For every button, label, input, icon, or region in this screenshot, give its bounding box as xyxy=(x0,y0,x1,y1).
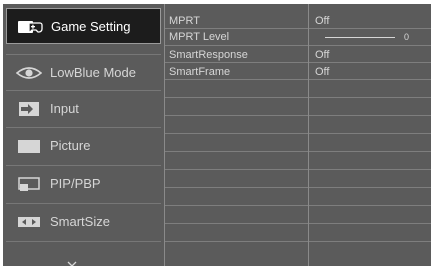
option-row-line xyxy=(165,169,308,170)
option-row-line xyxy=(165,28,308,29)
menu-item-picture[interactable]: Picture xyxy=(6,128,161,164)
menu-item-pip-pbp[interactable]: PIP/PBP xyxy=(6,166,161,202)
menu-item-label: Input xyxy=(50,101,79,116)
value-divider xyxy=(308,4,309,266)
menu-item-label: LowBlue Mode xyxy=(50,65,136,80)
pip-icon xyxy=(16,175,42,193)
option-smartresponse-label[interactable]: SmartResponse xyxy=(169,50,248,61)
option-smartresponse-value[interactable]: Off xyxy=(315,50,329,61)
eye-icon xyxy=(15,64,43,82)
picture-icon xyxy=(16,137,42,155)
option-smartframe-label[interactable]: SmartFrame xyxy=(169,67,230,78)
value-row-line xyxy=(309,241,431,242)
menu-item-label: PIP/PBP xyxy=(50,176,101,191)
menu-item-label: Game Setting xyxy=(51,19,131,34)
menu-item-label: Picture xyxy=(50,138,91,153)
option-row-line xyxy=(165,187,308,188)
value-row-line xyxy=(309,45,431,46)
option-row-line xyxy=(165,205,308,206)
option-smartframe-value[interactable]: Off xyxy=(315,67,329,78)
value-row-line xyxy=(309,133,431,134)
option-row-line xyxy=(165,241,308,242)
menu-item-game-setting[interactable]: Game Setting xyxy=(6,8,161,44)
osd-panel: Game Setting LowBlue Mode Input Picture … xyxy=(3,4,431,266)
option-row-line xyxy=(165,79,308,80)
chevron-down-icon[interactable] xyxy=(67,254,77,266)
option-row-line xyxy=(165,97,308,98)
gamepad-icon xyxy=(17,18,43,36)
value-row-line xyxy=(309,169,431,170)
value-row-line xyxy=(309,28,431,29)
menu-item-smartsize[interactable]: SmartSize xyxy=(6,204,161,240)
menu-item-label: SmartSize xyxy=(50,214,110,229)
input-icon xyxy=(16,100,42,118)
menu-divider xyxy=(164,4,165,266)
menu-separator xyxy=(6,241,161,242)
value-row-line xyxy=(309,187,431,188)
mprt-level-slider[interactable] xyxy=(325,37,395,38)
option-row-line xyxy=(165,223,308,224)
value-row-line xyxy=(309,79,431,80)
value-row-line xyxy=(309,205,431,206)
mprt-level-value: 0 xyxy=(404,32,410,42)
value-row-line xyxy=(309,151,431,152)
option-mprt-value[interactable]: Off xyxy=(315,16,329,27)
value-row-line xyxy=(309,97,431,98)
value-row-line xyxy=(309,115,431,116)
option-mprt-label[interactable]: MPRT xyxy=(169,16,200,27)
option-row-line xyxy=(165,45,308,46)
option-row-line xyxy=(165,133,308,134)
option-row-line xyxy=(165,151,308,152)
value-row-line xyxy=(309,62,431,63)
option-row-line xyxy=(165,115,308,116)
option-row-line xyxy=(165,62,308,63)
option-mprt-level-label[interactable]: MPRT Level xyxy=(169,32,229,43)
smartsize-icon xyxy=(16,213,42,231)
menu-item-input[interactable]: Input xyxy=(6,91,161,127)
main-menu: Game Setting LowBlue Mode Input Picture … xyxy=(3,4,164,266)
menu-item-lowblue-mode[interactable]: LowBlue Mode xyxy=(6,55,161,91)
value-row-line xyxy=(309,223,431,224)
